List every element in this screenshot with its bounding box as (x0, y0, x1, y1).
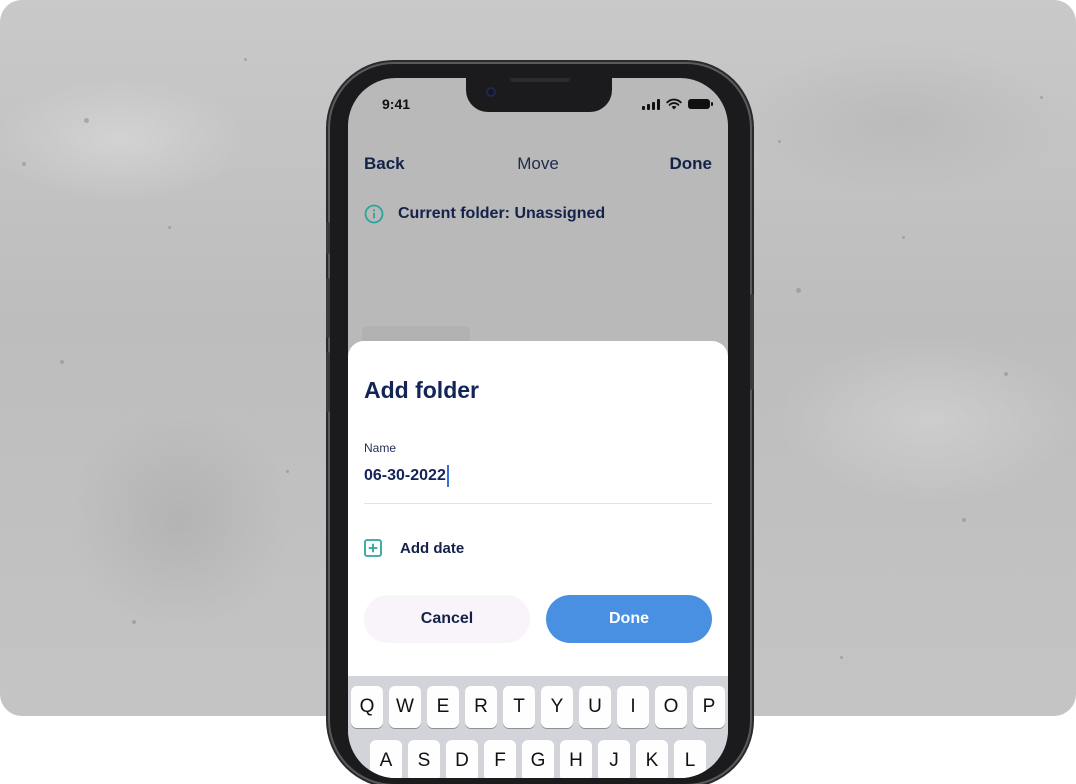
info-circle-icon (364, 204, 384, 224)
add-date-label: Add date (400, 539, 465, 557)
key-f[interactable]: F (484, 740, 516, 778)
key-o[interactable]: O (655, 686, 687, 728)
done-button[interactable]: Done (546, 595, 712, 643)
key-h[interactable]: H (560, 740, 592, 778)
nav-bar: Back Move Done (348, 150, 728, 178)
key-g[interactable]: G (522, 740, 554, 778)
nav-done-button[interactable]: Done (670, 154, 713, 174)
key-k[interactable]: K (636, 740, 668, 778)
key-j[interactable]: J (598, 740, 630, 778)
name-field-label: Name (364, 441, 397, 455)
key-t[interactable]: T (503, 686, 535, 728)
key-y[interactable]: Y (541, 686, 573, 728)
keyboard-row-1: Q W E R T Y U I O P (348, 686, 728, 728)
camera-icon (486, 87, 496, 97)
side-button (326, 352, 330, 412)
wifi-icon (666, 98, 682, 110)
key-q[interactable]: Q (351, 686, 383, 728)
key-s[interactable]: S (408, 740, 440, 778)
keyboard-row-2: A S D F G H J K L (348, 740, 728, 778)
side-button (750, 294, 754, 390)
key-i[interactable]: I (617, 686, 649, 728)
speaker-grille (510, 78, 570, 82)
key-l[interactable]: L (674, 740, 706, 778)
key-r[interactable]: R (465, 686, 497, 728)
key-a[interactable]: A (370, 740, 402, 778)
add-folder-sheet: Add folder Name 06-30-2022 Add date Canc… (348, 341, 728, 681)
key-d[interactable]: D (446, 740, 478, 778)
name-input-value: 06-30-2022 (364, 467, 446, 484)
phone-frame: 9:41 Back Move Done Current folder: Unas… (326, 64, 754, 784)
phone-screen: 9:41 Back Move Done Current folder: Unas… (348, 78, 728, 778)
notch (466, 78, 612, 112)
key-w[interactable]: W (389, 686, 421, 728)
sheet-title: Add folder (364, 377, 479, 403)
status-time: 9:41 (382, 96, 411, 112)
key-u[interactable]: U (579, 686, 611, 728)
current-folder-text: Current folder: Unassigned (398, 205, 606, 222)
text-caret (446, 465, 449, 487)
key-p[interactable]: P (693, 686, 725, 728)
current-folder-row: Current folder: Unassigned (364, 204, 605, 224)
name-input[interactable]: 06-30-2022 (364, 465, 449, 487)
status-icons (642, 98, 713, 110)
name-field-underline (364, 503, 712, 504)
key-e[interactable]: E (427, 686, 459, 728)
add-date-button[interactable]: Add date (364, 539, 464, 557)
side-button (326, 278, 330, 338)
battery-icon (688, 99, 713, 109)
plus-square-icon (364, 539, 382, 557)
side-button (326, 222, 330, 254)
cancel-button[interactable]: Cancel (364, 595, 530, 643)
keyboard: Q W E R T Y U I O P A S D F G H J K L (348, 676, 728, 778)
signal-icon (642, 98, 660, 110)
